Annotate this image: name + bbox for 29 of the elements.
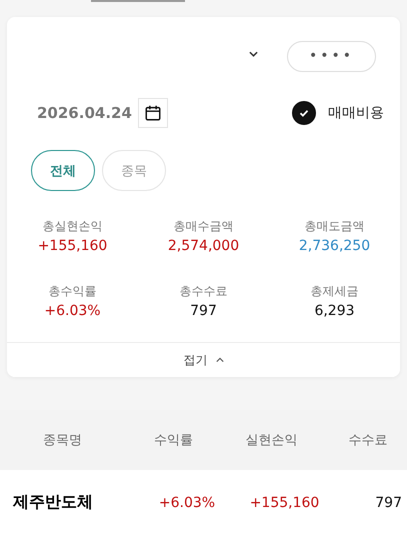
stat-value: 6,293 bbox=[314, 303, 355, 319]
column-header: 종목명 bbox=[42, 432, 83, 449]
column-header: 실현손익 bbox=[244, 432, 299, 449]
column-header: 수익률 bbox=[153, 432, 194, 449]
table-cell-text: +6.03% bbox=[158, 494, 216, 510]
stat-label: 총수수료 bbox=[180, 283, 228, 300]
stat-label: 총제세금 bbox=[310, 283, 358, 300]
stat-value: 2,736,250 bbox=[298, 238, 370, 254]
stat-label: 총매도금액 bbox=[304, 218, 364, 235]
table-cell-text: +155,160 bbox=[248, 494, 320, 510]
stat-value: 797 bbox=[190, 303, 217, 319]
stat-label: 총매수금액 bbox=[174, 218, 234, 235]
stat-value: +6.03% bbox=[44, 303, 101, 319]
cost-checkbox[interactable]: 매매비용 bbox=[292, 101, 384, 125]
filter-tab[interactable]: 전체 bbox=[31, 150, 95, 191]
stat-label: 총수익률 bbox=[48, 283, 96, 300]
stat-value: 2,574,000 bbox=[168, 238, 240, 254]
chevron-down-icon[interactable] bbox=[249, 51, 258, 57]
date-text: 2026.04.24 bbox=[37, 104, 132, 122]
calendar-icon bbox=[144, 104, 162, 122]
column-header: 수수료 bbox=[347, 432, 388, 449]
account-button[interactable]: •••• bbox=[287, 40, 376, 72]
collapse-button[interactable]: 접기 bbox=[7, 342, 400, 377]
caret-icon bbox=[216, 357, 224, 363]
table-cell-text: 797 bbox=[374, 494, 403, 510]
calendar-button[interactable] bbox=[138, 98, 168, 128]
stock-name: 제주반도체 bbox=[12, 492, 94, 513]
stat-value: +155,160 bbox=[38, 238, 108, 254]
stat-label: 총실현손익 bbox=[42, 218, 102, 235]
